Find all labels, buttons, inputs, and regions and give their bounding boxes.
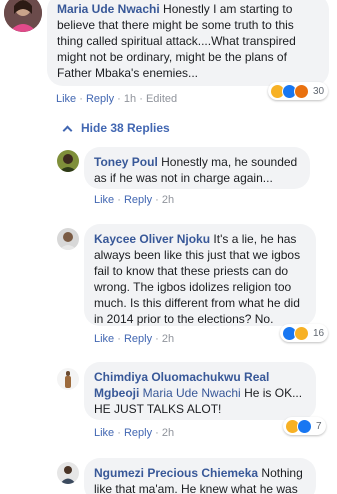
like-link[interactable]: Like <box>94 333 114 345</box>
reply-link[interactable]: Reply <box>124 333 152 345</box>
reply-link[interactable]: Reply <box>86 93 114 105</box>
chevron-up-icon <box>62 125 73 135</box>
avatar[interactable] <box>57 368 79 390</box>
reply-actions: Like · Reply · 2h <box>94 333 175 345</box>
timestamp[interactable]: 2h <box>162 427 174 439</box>
avatar[interactable] <box>57 228 79 250</box>
avatar[interactable] <box>57 462 79 484</box>
reply-bubble: Toney Poul Honestly ma, he sounded as if… <box>84 147 310 189</box>
reply-link[interactable]: Reply <box>124 194 152 206</box>
comment-author[interactable]: Maria Ude Nwachi <box>57 2 160 16</box>
like-link[interactable]: Like <box>56 93 76 105</box>
reply-bubble: Chimdiya Oluomachukwu Real Mgbeoji Maria… <box>84 362 316 420</box>
reaction-count: 7 <box>316 420 322 432</box>
reply-bubble: Ngumezi Precious Chiemeka Nothing like t… <box>84 458 316 494</box>
like-link[interactable]: Like <box>94 427 114 439</box>
avatar[interactable] <box>4 0 42 32</box>
like-link[interactable]: Like <box>94 194 114 206</box>
avatar-photo-icon <box>57 228 79 250</box>
comment-bubble: Maria Ude Nwachi Honestly I am starting … <box>47 0 329 86</box>
reaction-summary[interactable]: 30 <box>268 82 329 100</box>
hide-replies-link[interactable]: Hide 38 Replies <box>62 121 170 135</box>
reply-author[interactable]: Kaycee Oliver Njoku <box>94 232 210 246</box>
reply-author[interactable]: Toney Poul <box>94 155 158 169</box>
hide-replies-label: Hide 38 Replies <box>81 121 170 135</box>
edited-label[interactable]: Edited <box>146 93 177 105</box>
angry-icon <box>294 83 309 99</box>
timestamp[interactable]: 1h <box>124 93 136 105</box>
avatar-photo-icon <box>4 0 42 32</box>
mention-tag[interactable]: Maria Ude Nwachi <box>143 386 241 400</box>
avatar-photo-icon <box>57 368 79 390</box>
avatar-photo-icon <box>57 150 79 172</box>
reaction-count: 30 <box>313 85 325 97</box>
reply-text: It's a lie, he has always been like this… <box>94 232 301 326</box>
reply-actions: Like · Reply · 2h <box>94 427 175 439</box>
reply-link[interactable]: Reply <box>124 427 152 439</box>
avatar[interactable] <box>57 150 79 172</box>
reply-author[interactable]: Ngumezi Precious Chiemeka <box>94 466 258 480</box>
reply-bubble: Kaycee Oliver Njoku It's a lie, he has a… <box>84 224 316 326</box>
reaction-summary[interactable]: 7 <box>283 417 326 435</box>
haha-icon <box>294 325 309 341</box>
avatar-photo-icon <box>57 462 79 484</box>
timestamp[interactable]: 2h <box>162 194 174 206</box>
reaction-summary[interactable]: 16 <box>280 324 329 342</box>
reply-actions: Like · Reply · 2h <box>94 194 175 206</box>
comment-actions: Like · Reply · 1h · Edited <box>56 93 178 105</box>
like-icon <box>297 418 312 434</box>
timestamp[interactable]: 2h <box>162 333 174 345</box>
reaction-count: 16 <box>313 327 325 339</box>
